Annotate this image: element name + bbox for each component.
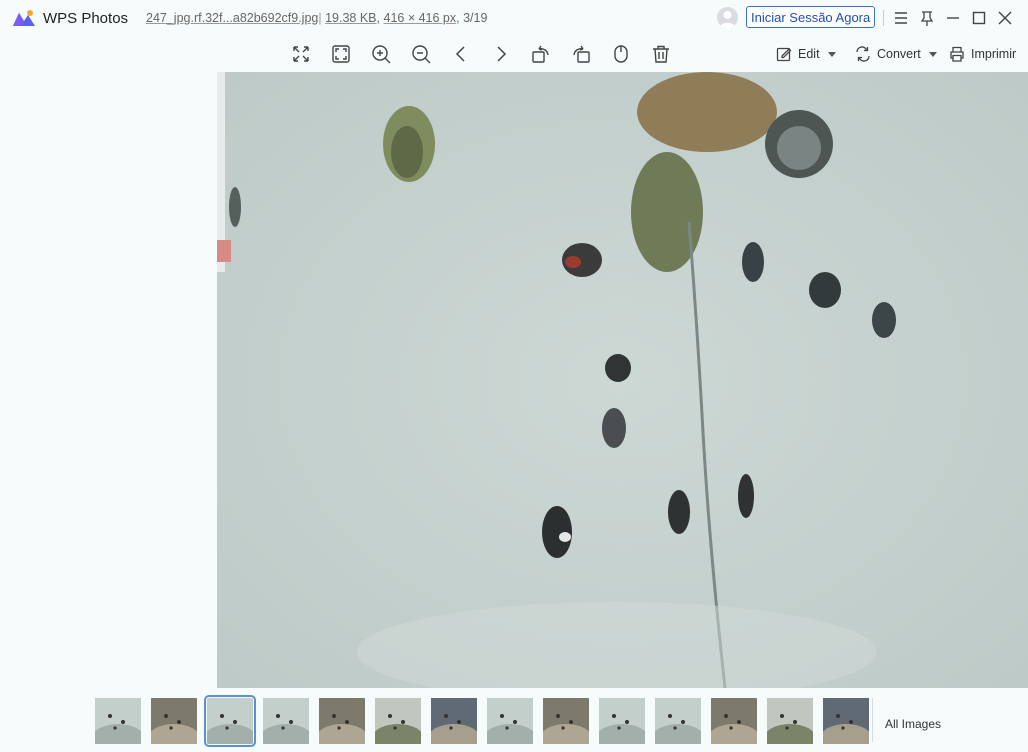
- previous-icon[interactable]: [451, 44, 471, 64]
- pin-icon[interactable]: [918, 9, 936, 27]
- all-images-link[interactable]: All Images: [885, 717, 941, 731]
- next-icon[interactable]: [491, 44, 511, 64]
- rotate-left-icon[interactable]: [531, 44, 551, 64]
- title-bar: WPS Photos 247_jpg.rf.32f...a82b692cf9.j…: [0, 0, 1028, 36]
- image-position: 3/19: [463, 11, 488, 25]
- file-info-separator: ,: [376, 11, 381, 25]
- convert-icon: [856, 46, 870, 62]
- fullscreen-icon[interactable]: [331, 44, 351, 64]
- thumbnail[interactable]: [823, 698, 869, 744]
- file-info: 247_jpg.rf.32f...a82b692cf9.jpg| 19.38 K…: [146, 11, 488, 25]
- thumbnail[interactable]: [375, 698, 421, 744]
- thumbnail[interactable]: [319, 698, 365, 744]
- edit-label: Edit: [798, 47, 820, 61]
- file-name[interactable]: 247_jpg.rf.32f...a82b692cf9.jpg: [146, 11, 318, 25]
- thumbnail[interactable]: [767, 698, 813, 744]
- thumbnail[interactable]: [599, 698, 645, 744]
- chevron-down-icon: [827, 51, 836, 57]
- convert-button[interactable]: Convert: [855, 45, 937, 63]
- filmstrip: All Images: [0, 690, 1028, 752]
- zoom-in-icon[interactable]: [371, 44, 391, 64]
- divider: [883, 10, 884, 26]
- print-button[interactable]: Imprimir: [949, 45, 1016, 63]
- image-canvas[interactable]: [217, 72, 1028, 688]
- toolbar: Edit Convert Imprimir: [0, 36, 1028, 72]
- thumbnail[interactable]: [263, 698, 309, 744]
- thumbnail[interactable]: [151, 698, 197, 744]
- user-avatar-icon[interactable]: [717, 7, 738, 28]
- edit-button[interactable]: Edit: [776, 45, 836, 63]
- divider: [872, 698, 873, 742]
- image-dimensions[interactable]: 416 × 416 px: [384, 11, 457, 25]
- mouse-icon[interactable]: [611, 44, 631, 64]
- thumbnail[interactable]: [487, 698, 533, 744]
- thumbnail[interactable]: [95, 698, 141, 744]
- thumbnail[interactable]: [204, 695, 256, 747]
- file-size[interactable]: 19.38 KB: [325, 11, 376, 25]
- fit-screen-icon[interactable]: [291, 44, 311, 64]
- thumbnail[interactable]: [655, 698, 701, 744]
- rotate-right-icon[interactable]: [571, 44, 591, 64]
- thumbnail[interactable]: [431, 698, 477, 744]
- thumbnail[interactable]: [543, 698, 589, 744]
- zoom-out-icon[interactable]: [411, 44, 431, 64]
- edit-icon: [776, 47, 792, 62]
- app-title: WPS Photos: [43, 10, 129, 27]
- login-button[interactable]: Iniciar Sessão Agora: [746, 6, 876, 28]
- close-icon[interactable]: [996, 9, 1014, 27]
- maximize-icon[interactable]: [970, 9, 988, 27]
- photo: [217, 72, 1028, 688]
- printer-icon: [950, 46, 964, 62]
- delete-icon[interactable]: [651, 44, 671, 64]
- print-label: Imprimir: [971, 47, 1017, 61]
- convert-label: Convert: [877, 47, 921, 61]
- minimize-icon[interactable]: [944, 9, 962, 27]
- menu-icon[interactable]: [892, 9, 910, 27]
- thumbnail[interactable]: [711, 698, 757, 744]
- wps-photos-logo-icon: [12, 8, 36, 28]
- chevron-down-icon: [928, 51, 937, 57]
